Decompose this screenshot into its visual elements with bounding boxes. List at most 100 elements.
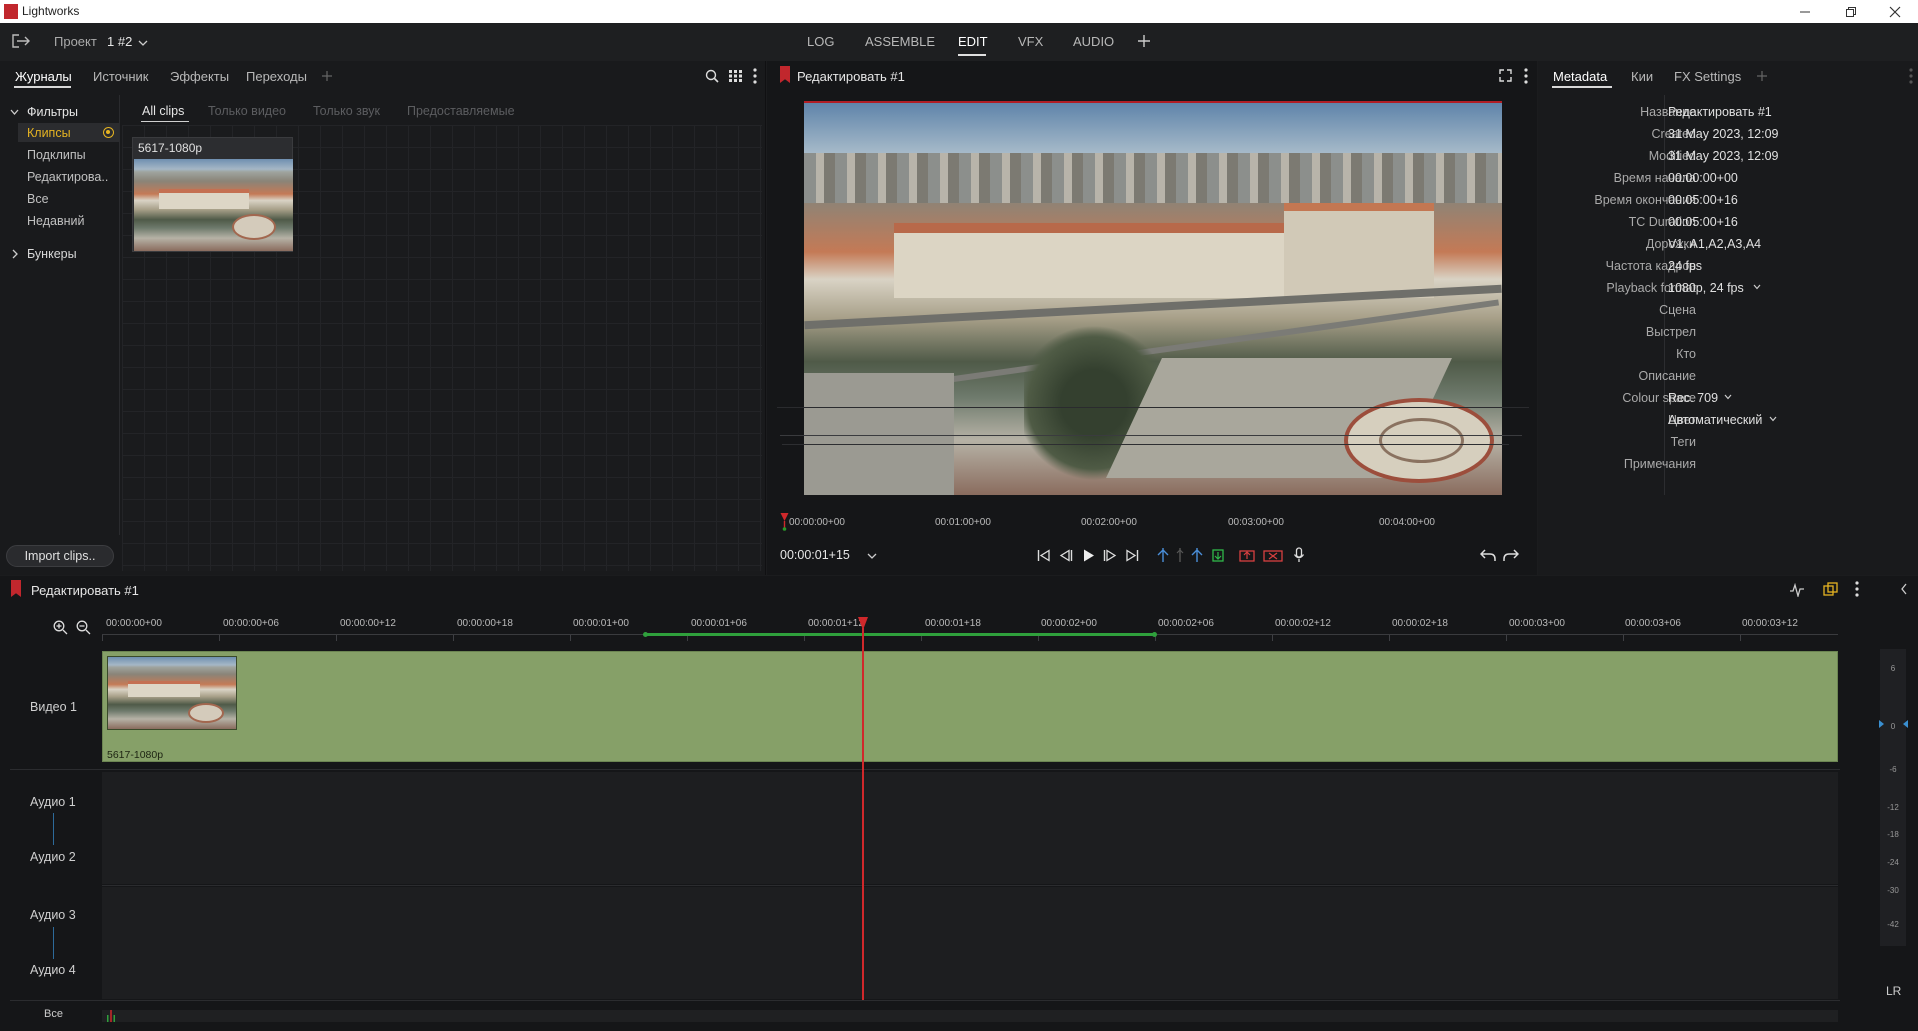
mark-out-handle[interactable] [1152,632,1157,637]
metadata-value[interactable]: Rec. 709 [1668,391,1718,405]
metadata-value[interactable]: 00:00:00+00 [1668,171,1738,185]
active-mode-indicator [958,54,986,56]
mode-tab-assemble[interactable]: ASSEMBLE [865,34,935,49]
close-window-button[interactable] [1872,0,1918,23]
mark-in-handle[interactable] [643,632,648,637]
go-to-start-icon[interactable] [1037,549,1051,562]
add-tab-icon[interactable] [1757,71,1767,81]
track-label-audio4[interactable]: Аудио 4 [30,963,76,977]
timeline-scrollbar[interactable] [102,1010,1838,1022]
tab-journals[interactable]: Журналы [15,69,72,84]
chevron-down-icon[interactable] [1769,416,1777,422]
active-tab-indicator [1552,86,1612,88]
play-icon[interactable] [1083,549,1095,562]
insert-icon[interactable] [1212,548,1224,562]
chevron-down-icon[interactable] [867,552,877,560]
go-to-end-icon[interactable] [1125,549,1139,562]
minimize-button[interactable] [1782,0,1828,23]
metadata-row-colour[interactable]: Цвет Автоматический [1538,409,1918,431]
mode-tab-audio[interactable]: AUDIO [1073,34,1114,49]
delete-icon[interactable] [1263,548,1283,562]
audio-track-1-2-lane[interactable] [102,772,1838,884]
clip-card[interactable]: 5617-1080p [132,137,293,252]
clip-tab-underline [141,121,189,122]
grid-view-icon[interactable] [729,70,742,82]
tab-cues[interactable]: Кии [1631,69,1653,84]
filter-item-recent[interactable]: Недавний [27,214,84,228]
metadata-row-colour-space[interactable]: Colour space Rec. 709 [1538,387,1918,409]
track-label-video1[interactable]: Видео 1 [30,700,77,714]
track-label-audio1[interactable]: Аудио 1 [30,795,76,809]
redo-icon[interactable] [1503,548,1519,562]
track-label-audio3[interactable]: Аудио 3 [30,908,76,922]
more-options-icon[interactable] [1909,68,1913,84]
step-back-icon[interactable] [1059,549,1073,562]
step-forward-icon[interactable] [1103,549,1117,562]
clear-marks-icon[interactable] [1175,547,1185,563]
mode-tab-edit[interactable]: EDIT [958,34,988,49]
maximize-button[interactable] [1828,0,1874,23]
more-options-icon[interactable] [1524,68,1528,84]
clip-tab-all[interactable]: All clips [142,104,184,118]
mark-in-icon[interactable] [1157,547,1169,563]
timecode-display[interactable]: 00:00:01+15 [780,548,850,562]
clip-tab-provided[interactable]: Предоставляемые [407,104,515,118]
clip-tab-audio-only[interactable]: Только звук [313,104,380,118]
filter-item-subclips[interactable]: Подклипы [27,148,86,162]
chevron-down-icon[interactable] [1724,394,1732,400]
undo-icon[interactable] [1480,548,1496,562]
metadata-row-playback-format[interactable]: Playback format 1080p, 24 fps [1538,277,1918,299]
viewer-ruler-label: 00:00:00+00 [789,517,845,528]
project-selector[interactable]: 1 #2 [107,34,148,49]
filter-item-edits[interactable]: Редактирова.. [27,170,108,184]
voiceover-mic-icon[interactable] [1293,547,1305,563]
tab-transitions[interactable]: Переходы [246,69,307,84]
search-icon[interactable] [705,69,719,83]
fullscreen-icon[interactable] [1499,69,1512,82]
viewer-playhead-marker[interactable] [780,513,789,531]
mark-out-icon[interactable] [1191,547,1203,563]
timeline-ruler-label: 00:00:00+00 [106,618,162,629]
metadata-value[interactable]: 1080p, 24 fps [1668,281,1744,295]
timeline-ruler-label: 00:00:02+06 [1158,618,1214,629]
more-options-icon[interactable] [1855,581,1859,597]
zoom-in-icon[interactable] [53,620,68,635]
meter-scale-label: -24 [1887,858,1899,867]
track-label-audio2[interactable]: Аудио 2 [30,850,76,864]
filter-item-clips[interactable]: Клипсы [27,126,71,140]
bins-heading[interactable]: Бункеры [27,247,77,261]
chevron-down-icon[interactable] [1753,284,1761,290]
more-options-icon[interactable] [753,68,757,84]
zoom-out-icon[interactable] [76,620,91,635]
import-clips-button[interactable]: Import clips.. [6,545,114,567]
clip-tab-video-only[interactable]: Только видео [208,104,286,118]
mode-tab-vfx[interactable]: VFX [1018,34,1043,49]
mode-tab-log[interactable]: LOG [807,34,834,49]
sync-lock-icon[interactable] [1823,582,1839,597]
tab-source[interactable]: Источник [93,69,149,84]
remove-icon[interactable] [1239,548,1255,562]
all-tracks-label[interactable]: Все [44,1008,63,1020]
metadata-value: 00:05:00+16 [1668,215,1738,229]
metadata-value[interactable]: Редактировать #1 [1668,105,1772,119]
metadata-value[interactable]: Автоматический [1668,413,1762,427]
filter-item-all[interactable]: Все [27,192,49,206]
video-clip[interactable]: 5617-1080p [102,651,1838,762]
in-out-range-bar[interactable] [646,633,1154,636]
chevron-right-icon[interactable] [11,249,19,259]
timeline-ruler-label: 00:00:00+12 [340,618,396,629]
add-mode-icon[interactable] [1138,35,1150,47]
filters-heading[interactable]: Фильтры [27,105,78,119]
add-tab-icon[interactable] [322,71,332,81]
audio-levels-icon[interactable] [1789,583,1805,597]
bookmark-icon [11,580,21,597]
exit-project-icon[interactable] [11,33,31,49]
tab-effects[interactable]: Эффекты [170,69,229,84]
tab-metadata[interactable]: Metadata [1553,69,1607,84]
timeline-playhead[interactable] [862,628,864,1000]
active-tab-indicator [14,86,71,88]
audio-track-3-4-lane[interactable] [102,887,1838,999]
collapse-panel-icon[interactable] [1900,583,1908,595]
chevron-down-icon[interactable] [10,108,19,116]
tab-fx-settings[interactable]: FX Settings [1674,69,1741,84]
